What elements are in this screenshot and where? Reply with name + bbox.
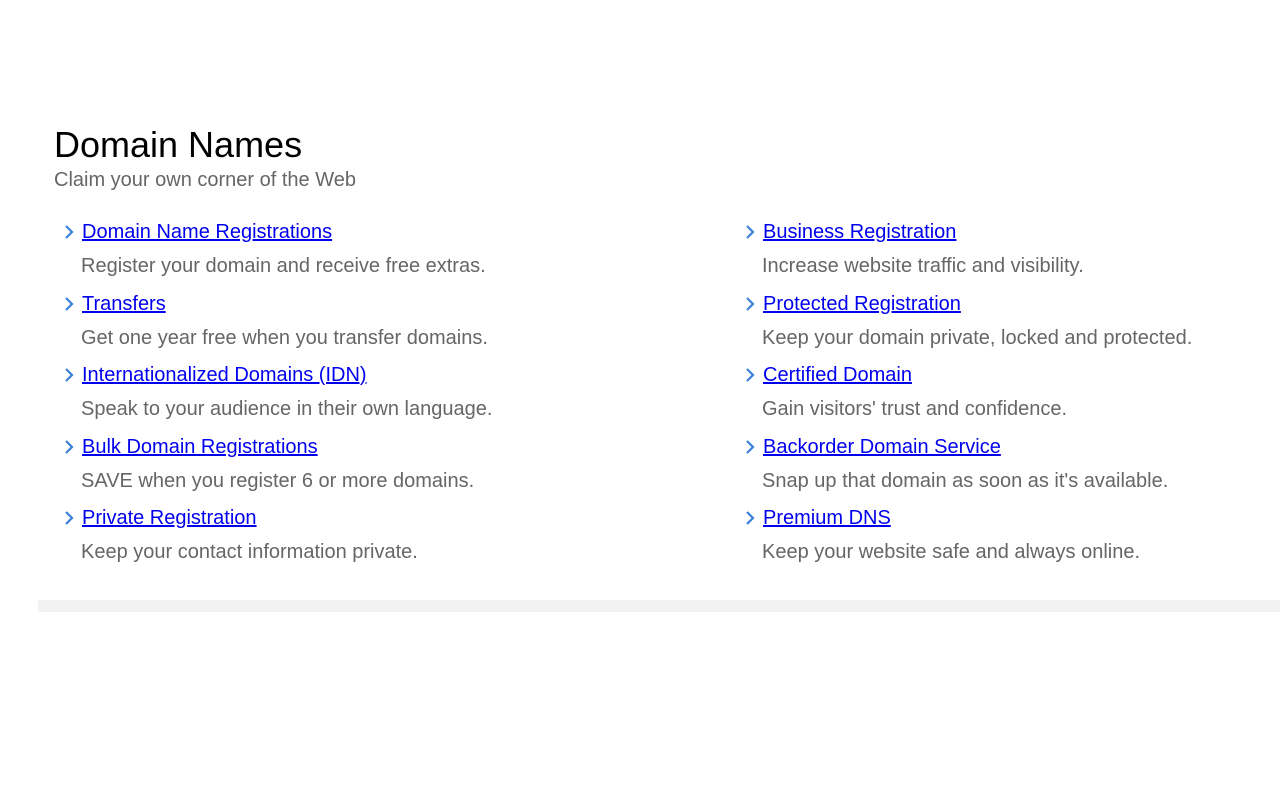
item-link[interactable]: Bulk Domain Registrations xyxy=(82,435,318,459)
chevron-right-icon xyxy=(746,225,755,239)
chevron-right-icon xyxy=(65,368,74,382)
chevron-right-icon xyxy=(65,225,74,239)
item-description: Snap up that domain as soon as it's avai… xyxy=(762,469,1169,492)
item-description: Speak to your audience in their own lang… xyxy=(81,398,493,420)
chevron-right-icon xyxy=(65,439,74,454)
item-description: Increase website traffic and visibility. xyxy=(762,255,1084,277)
chevron-right-icon xyxy=(746,511,755,525)
item-link[interactable]: Protected Registration xyxy=(763,292,961,316)
chevron-right-icon xyxy=(65,296,74,311)
item-link[interactable]: Internationalized Domains (IDN) xyxy=(82,363,367,387)
page-title: Domain Names xyxy=(54,124,303,165)
item-link[interactable]: Premium DNS xyxy=(763,506,891,530)
item-link[interactable]: Private Registration xyxy=(82,506,257,530)
item-description: SAVE when you register 6 or more domains… xyxy=(81,469,475,492)
item-description: Keep your website safe and always online… xyxy=(762,541,1141,563)
section-divider-bar xyxy=(38,600,1280,612)
item-description: Keep your contact information private. xyxy=(81,541,418,563)
item-link[interactable]: Transfers xyxy=(82,292,166,316)
item-description: Get one year free when you transfer doma… xyxy=(81,326,488,349)
item-description: Register your domain and receive free ex… xyxy=(81,255,486,277)
item-description: Keep your domain private, locked and pro… xyxy=(762,326,1193,349)
chevron-right-icon xyxy=(65,511,74,525)
chevron-right-icon xyxy=(746,296,755,311)
item-link[interactable]: Domain Name Registrations xyxy=(82,220,332,244)
chevron-right-icon xyxy=(746,368,755,382)
page-subtitle: Claim your own corner of the Web xyxy=(54,169,356,191)
item-link[interactable]: Certified Domain xyxy=(763,363,912,387)
chevron-right-icon xyxy=(746,439,755,454)
item-link[interactable]: Business Registration xyxy=(763,220,956,244)
item-description: Gain visitors' trust and confidence. xyxy=(762,398,1068,420)
item-link[interactable]: Backorder Domain Service xyxy=(763,435,1001,459)
